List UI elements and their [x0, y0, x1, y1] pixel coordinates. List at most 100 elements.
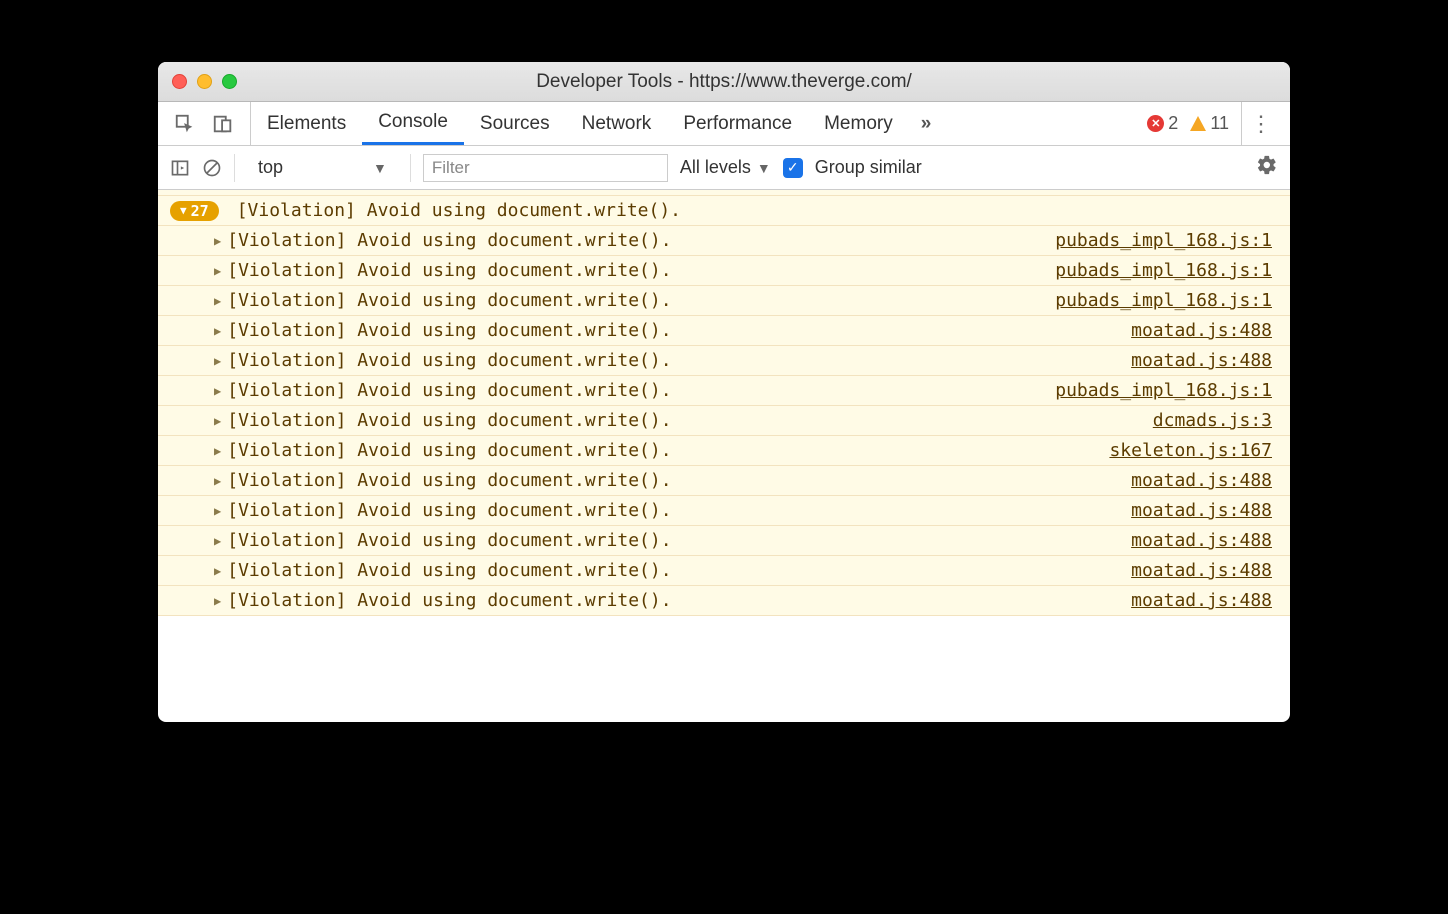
row-source-link[interactable]: pubads_impl_168.js:1: [1055, 260, 1272, 281]
error-icon: ✕: [1147, 115, 1164, 132]
console-row[interactable]: ▶ [Violation] Avoid using document.write(…: [158, 346, 1290, 376]
console-row[interactable]: ▶ [Violation] Avoid using document.write(…: [158, 526, 1290, 556]
row-source-link[interactable]: moatad.js:488: [1131, 350, 1272, 371]
row-source-link[interactable]: moatad.js:488: [1131, 560, 1272, 581]
tab-memory[interactable]: Memory: [808, 102, 909, 145]
separator: [410, 154, 411, 182]
maximize-window-button[interactable]: [222, 74, 237, 89]
more-menu-button[interactable]: ⋮: [1241, 102, 1280, 145]
console-row[interactable]: ▶ [Violation] Avoid using document.write(…: [158, 436, 1290, 466]
group-count: 27: [191, 202, 209, 220]
row-source-link[interactable]: moatad.js:488: [1131, 320, 1272, 341]
warning-count: 11: [1210, 113, 1229, 134]
row-message: [Violation] Avoid using document.write()…: [227, 590, 671, 611]
group-similar-checkbox[interactable]: ✓: [783, 158, 803, 178]
console-row[interactable]: ▶ [Violation] Avoid using document.write(…: [158, 466, 1290, 496]
tab-container: ElementsConsoleSourcesNetworkPerformance…: [251, 102, 909, 145]
row-message: [Violation] Avoid using document.write()…: [227, 470, 671, 491]
tab-performance[interactable]: Performance: [667, 102, 808, 145]
tabs-overflow-button[interactable]: »: [909, 102, 944, 145]
titlebar: Developer Tools - https://www.theverge.c…: [158, 62, 1290, 102]
separator: [234, 154, 235, 182]
group-similar-label: Group similar: [815, 157, 922, 178]
context-selector[interactable]: top ▼: [247, 156, 398, 179]
tab-elements[interactable]: Elements: [251, 102, 362, 145]
row-message: [Violation] Avoid using document.write()…: [227, 440, 671, 461]
row-message: [Violation] Avoid using document.write()…: [227, 380, 671, 401]
row-source-link[interactable]: moatad.js:488: [1131, 470, 1272, 491]
row-source-link[interactable]: moatad.js:488: [1131, 500, 1272, 521]
console-toolbar: top ▼ All levels ▼ ✓ Group similar: [158, 146, 1290, 190]
console-row[interactable]: ▶[Violation] Avoid using document.write(…: [158, 226, 1290, 256]
row-source-link[interactable]: dcmads.js:3: [1153, 410, 1272, 431]
inspect-icon[interactable]: [174, 113, 196, 135]
settings-icon[interactable]: [1256, 154, 1278, 182]
console-row[interactable]: ▶ [Violation] Avoid using document.write(…: [158, 256, 1290, 286]
row-message: [Violation] Avoid using document.write()…: [227, 290, 671, 311]
row-source-link[interactable]: pubads_impl_168.js:1: [1055, 290, 1272, 311]
row-source-link[interactable]: pubads_impl_168.js:1: [1055, 380, 1272, 401]
console-row[interactable]: ▶ [Violation] Avoid using document.write(…: [158, 316, 1290, 346]
caret-right-icon: ▶: [214, 294, 221, 308]
caret-right-icon: ▶: [214, 474, 221, 488]
caret-right-icon: ▶: [214, 414, 221, 428]
devtools-window: Developer Tools - https://www.theverge.c…: [158, 62, 1290, 722]
device-toggle-icon[interactable]: [212, 113, 234, 135]
console-group-header[interactable]: ▼ 27 [Violation] Avoid using document.wr…: [158, 196, 1290, 226]
caret-right-icon: ▶: [214, 444, 221, 458]
log-levels-selector[interactable]: All levels ▼: [680, 157, 771, 178]
devtools-tabs: ElementsConsoleSourcesNetworkPerformance…: [158, 102, 1290, 146]
levels-label: All levels: [680, 157, 751, 178]
minimize-window-button[interactable]: [197, 74, 212, 89]
context-label: top: [258, 157, 283, 178]
console-row[interactable]: ▶ [Violation] Avoid using document.write(…: [158, 556, 1290, 586]
tabs-left-icons: [158, 102, 251, 145]
chevron-down-icon: ▼: [373, 160, 387, 176]
console-row[interactable]: ▶ [Violation] Avoid using document.write(…: [158, 496, 1290, 526]
warning-icon: [1190, 116, 1206, 131]
console-row[interactable]: ▶ [Violation] Avoid using document.write(…: [158, 406, 1290, 436]
row-message: [Violation] Avoid using document.write()…: [227, 230, 671, 251]
tab-sources[interactable]: Sources: [464, 102, 566, 145]
row-message: [Violation] Avoid using document.write()…: [227, 410, 671, 431]
console-rows: ▶ [Violation] Avoid using document.write(…: [158, 226, 1290, 616]
caret-right-icon: ▶: [214, 534, 221, 548]
tab-network[interactable]: Network: [566, 102, 668, 145]
caret-right-icon: ▶: [214, 564, 221, 578]
row-message: [Violation] Avoid using document.write()…: [227, 530, 671, 551]
caret-right-icon: ▶: [214, 354, 221, 368]
group-count-badge: ▼ 27: [170, 201, 219, 221]
caret-down-icon: ▼: [180, 204, 187, 217]
tabs-right: ✕ 2 11 ⋮: [1137, 102, 1290, 145]
console-row[interactable]: ▶ [Violation] Avoid using document.write(…: [158, 286, 1290, 316]
traffic-lights: [158, 74, 237, 89]
chevron-down-icon: ▼: [757, 160, 771, 176]
caret-right-icon: ▶: [214, 324, 221, 338]
row-message: [Violation] Avoid using document.write()…: [227, 500, 671, 521]
error-count: 2: [1168, 113, 1178, 134]
filter-input[interactable]: [423, 154, 668, 182]
caret-right-icon: ▶: [214, 594, 221, 608]
clear-console-icon[interactable]: [202, 158, 222, 178]
row-message: [Violation] Avoid using document.write()…: [227, 350, 671, 371]
row-source-link[interactable]: skeleton.js:167: [1109, 440, 1272, 461]
warning-count-badge[interactable]: 11: [1190, 113, 1229, 134]
row-source-link[interactable]: pubads_impl_168.js:1: [1055, 230, 1272, 251]
row-message: [Violation] Avoid using document.write()…: [227, 560, 671, 581]
toggle-sidebar-icon[interactable]: [170, 158, 190, 178]
row-source-link[interactable]: moatad.js:488: [1131, 530, 1272, 551]
console-row[interactable]: ▶ [Violation] Avoid using document.write(…: [158, 376, 1290, 406]
tab-console[interactable]: Console: [362, 102, 464, 145]
row-message: [Violation] Avoid using document.write()…: [227, 320, 671, 341]
row-message: [Violation] Avoid using document.write()…: [227, 260, 671, 281]
console-row[interactable]: ▶ [Violation] Avoid using document.write(…: [158, 586, 1290, 616]
console-body: ▼ 27 [Violation] Avoid using document.wr…: [158, 190, 1290, 722]
group-message: [Violation] Avoid using document.write()…: [237, 200, 681, 221]
window-title: Developer Tools - https://www.theverge.c…: [158, 71, 1290, 93]
caret-right-icon: ▶: [214, 504, 221, 518]
caret-right-icon: ▶: [214, 384, 221, 398]
close-window-button[interactable]: [172, 74, 187, 89]
error-count-badge[interactable]: ✕ 2: [1147, 113, 1178, 134]
caret-right-icon: ▶: [214, 264, 221, 278]
row-source-link[interactable]: moatad.js:488: [1131, 590, 1272, 611]
